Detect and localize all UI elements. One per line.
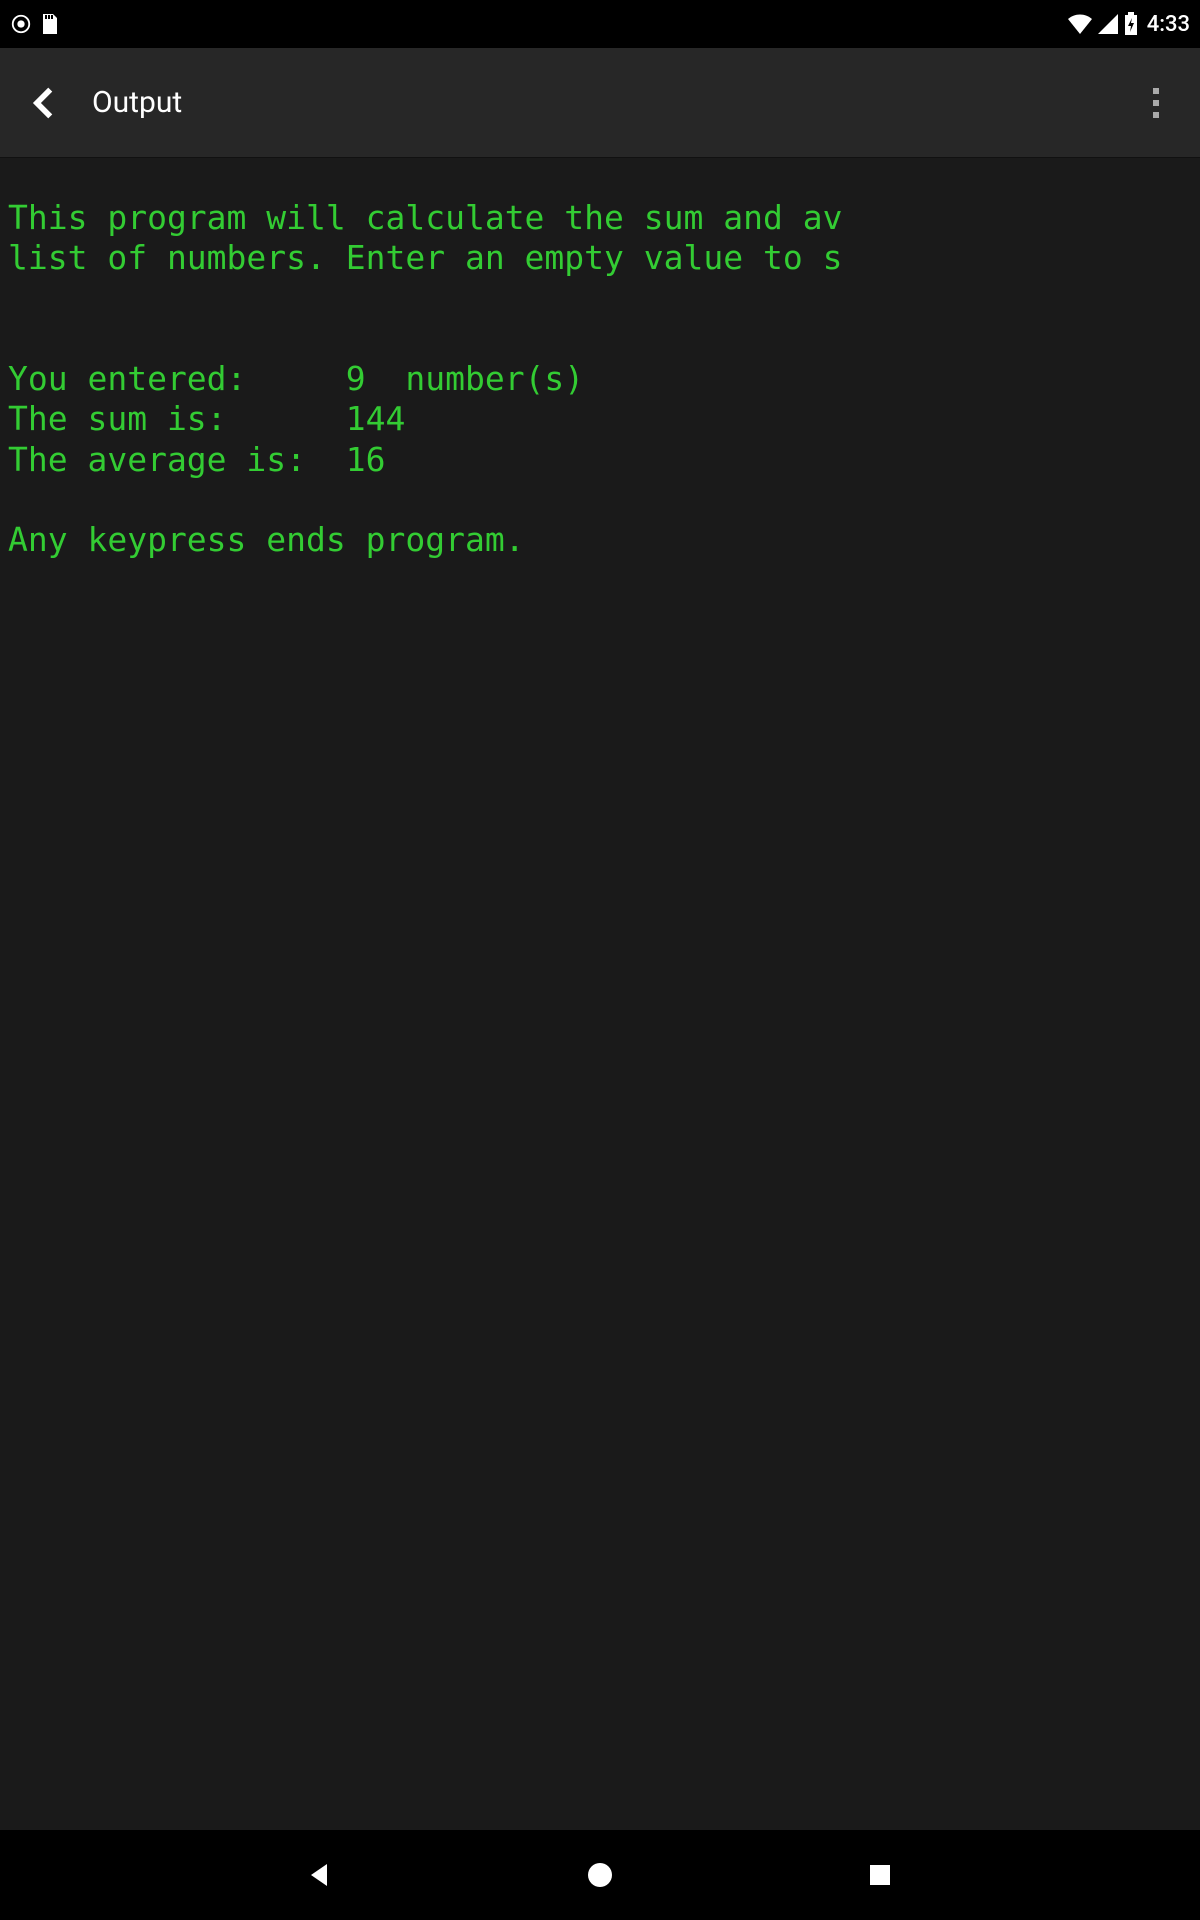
status-clock: 4:33 bbox=[1147, 12, 1190, 37]
terminal-line: The sum is: 144 bbox=[8, 399, 405, 438]
terminal-line: Any keypress ends program. bbox=[8, 520, 525, 559]
terminal-output-area[interactable]: This program will calculate the sum and … bbox=[0, 158, 1200, 1830]
nav-back-button[interactable] bbox=[290, 1845, 350, 1905]
terminal-line: You entered: 9 number(s) bbox=[8, 359, 584, 398]
wifi-icon bbox=[1067, 13, 1093, 35]
circle-home-icon bbox=[585, 1860, 615, 1890]
triangle-back-icon bbox=[305, 1860, 335, 1890]
back-button[interactable] bbox=[20, 79, 68, 127]
overflow-menu-button[interactable] bbox=[1132, 79, 1180, 127]
sd-card-icon bbox=[40, 12, 60, 36]
chevron-left-icon bbox=[27, 86, 61, 120]
terminal-text: This program will calculate the sum and … bbox=[8, 198, 1200, 560]
android-nav-bar bbox=[0, 1830, 1200, 1920]
status-right: 4:33 bbox=[1067, 12, 1190, 37]
battery-charging-icon bbox=[1123, 12, 1139, 36]
nav-home-button[interactable] bbox=[570, 1845, 630, 1905]
square-recent-icon bbox=[867, 1862, 893, 1888]
android-status-bar: 4:33 bbox=[0, 0, 1200, 48]
cell-signal-icon bbox=[1097, 13, 1119, 35]
nav-recent-button[interactable] bbox=[850, 1845, 910, 1905]
status-left bbox=[10, 12, 60, 36]
more-vert-icon bbox=[1153, 88, 1159, 94]
terminal-line: The average is: 16 bbox=[8, 440, 386, 479]
more-vert-icon bbox=[1153, 112, 1159, 118]
terminal-line: This program will calculate the sum and … bbox=[8, 198, 842, 237]
app-title: Output bbox=[92, 85, 1132, 120]
more-vert-icon bbox=[1153, 100, 1159, 106]
terminal-line: list of numbers. Enter an empty value to… bbox=[8, 238, 842, 277]
app-bar: Output bbox=[0, 48, 1200, 158]
circle-icon bbox=[10, 13, 32, 35]
